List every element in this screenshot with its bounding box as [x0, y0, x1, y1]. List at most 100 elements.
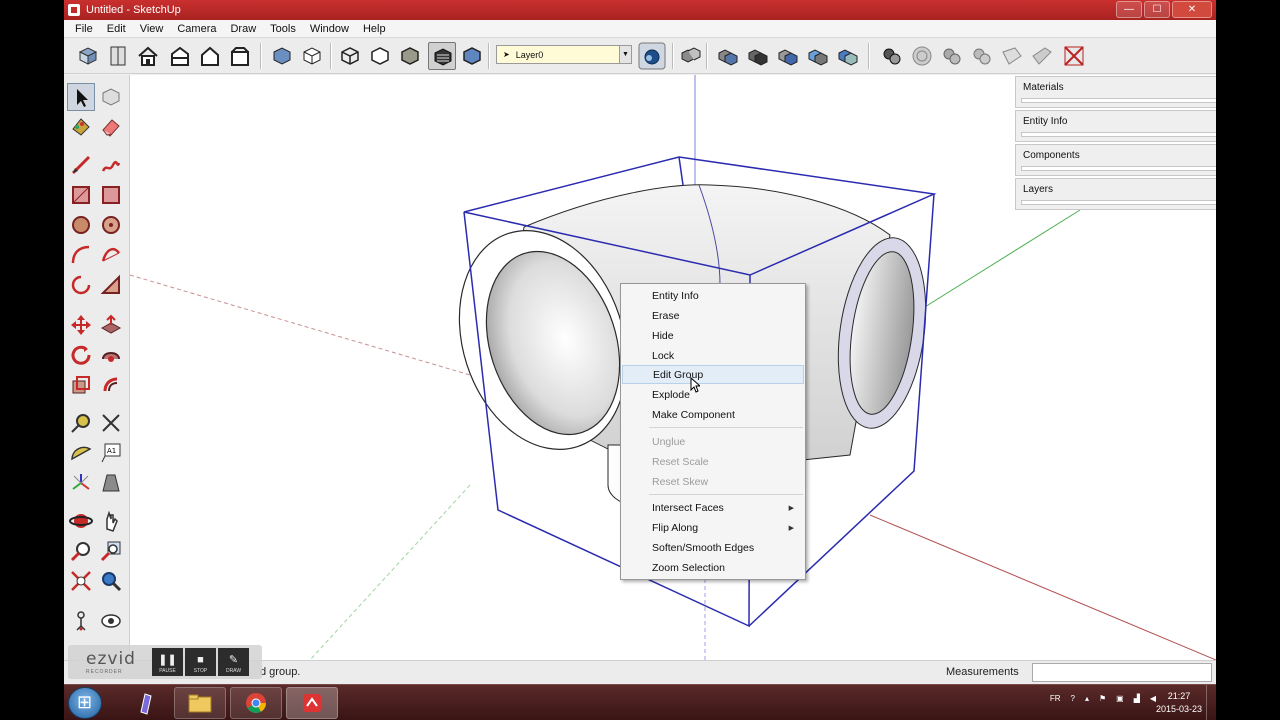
menu-window[interactable]: Window [303, 23, 356, 35]
polygon-tool-icon[interactable] [99, 213, 123, 237]
protractor-icon[interactable] [69, 441, 93, 465]
chevron-down-icon[interactable]: ▼ [619, 46, 631, 63]
hidden-line-icon[interactable] [368, 44, 392, 68]
back-edges-icon[interactable] [300, 44, 324, 68]
taskbar-explorer[interactable] [174, 687, 226, 719]
zoom-extents-icon[interactable] [69, 569, 93, 593]
ezvid-pause-button[interactable]: ❚❚ PAUSE [152, 648, 183, 676]
context-item-hide[interactable]: Hide [622, 326, 804, 345]
context-item-zoom-selection[interactable]: Zoom Selection [622, 558, 804, 577]
tape-measure-icon[interactable] [69, 411, 93, 435]
context-item-erase[interactable]: Erase [622, 306, 804, 325]
menu-file[interactable]: File [68, 23, 100, 35]
position-camera-icon[interactable] [69, 609, 93, 633]
shaded-icon[interactable] [398, 44, 422, 68]
xray-icon[interactable] [270, 44, 294, 68]
start-button[interactable] [68, 687, 102, 719]
context-item-explode[interactable]: Explode [622, 385, 804, 404]
wireframe-icon[interactable] [338, 44, 362, 68]
model-info-icon[interactable] [106, 44, 130, 68]
scale-tool-icon[interactable] [69, 373, 93, 397]
move-tool-icon[interactable] [69, 313, 93, 337]
flag-icon[interactable]: ⚑ [1099, 694, 1106, 703]
menu-edit[interactable]: Edit [100, 23, 133, 35]
menu-help[interactable]: Help [356, 23, 393, 35]
measurements-input[interactable] [1032, 663, 1212, 682]
context-item-entity-info[interactable]: Entity Info [622, 286, 804, 305]
context-item-lock[interactable]: Lock [622, 346, 804, 365]
two-point-arc-icon[interactable] [99, 243, 123, 267]
axes-tool-icon[interactable] [69, 471, 93, 495]
select-tool-active[interactable] [67, 83, 95, 111]
ezvid-draw-button[interactable]: ✎ DRAW [218, 648, 249, 676]
previous-zoom-icon[interactable] [99, 569, 123, 593]
3d-text-icon[interactable] [99, 471, 123, 495]
previous-view-icon[interactable] [678, 44, 702, 68]
taskbar-chrome[interactable] [230, 687, 282, 719]
taskbar-sketchup[interactable] [286, 687, 338, 719]
top-view-icon[interactable] [168, 44, 192, 68]
line-tool-icon[interactable] [69, 153, 93, 177]
zoom-window-icon[interactable] [99, 539, 123, 563]
network-icon[interactable]: ▟ [1134, 694, 1140, 703]
solid-tools-outer-shell-icon[interactable] [746, 44, 770, 68]
context-item-soften-smooth-edges[interactable]: Soften/Smooth Edges [622, 538, 804, 557]
pie-tool-icon[interactable] [99, 273, 123, 297]
context-item-flip-along[interactable]: Flip Along ▶ [622, 518, 804, 537]
look-around-icon[interactable] [99, 609, 123, 633]
rotate-tool-icon[interactable] [69, 343, 93, 367]
follow-me-icon[interactable] [99, 343, 123, 367]
front-view-icon[interactable] [198, 44, 222, 68]
sandbox-add-detail-icon[interactable] [1030, 44, 1054, 68]
tray-components[interactable]: Components 0 [1015, 144, 1216, 176]
tray-chevron-icon[interactable]: ▴ [1085, 694, 1089, 703]
arc-tool-icon[interactable] [69, 243, 93, 267]
menu-view[interactable]: View [133, 23, 171, 35]
input-language[interactable]: FR [1050, 694, 1061, 703]
solid-tools-trim-icon[interactable] [836, 44, 860, 68]
orbit-tool-icon[interactable] [69, 509, 93, 533]
zoom-tool-icon[interactable] [69, 539, 93, 563]
solid-tools-union-icon[interactable] [716, 44, 740, 68]
context-item-edit-group[interactable]: Edit Group [622, 365, 804, 384]
close-button[interactable]: ✕ [1172, 1, 1212, 18]
menu-draw[interactable]: Draw [223, 23, 263, 35]
three-point-arc-icon[interactable] [69, 273, 93, 297]
rectangle-tool-icon[interactable] [69, 183, 93, 207]
rotated-rectangle-icon[interactable] [99, 183, 123, 207]
solid-tools-intersect-icon[interactable] [776, 44, 800, 68]
offset-tool-icon[interactable] [99, 373, 123, 397]
dimension-tool-icon[interactable] [99, 411, 123, 435]
tray-layers[interactable]: Layers 0 [1015, 178, 1216, 210]
push-pull-icon[interactable] [99, 313, 123, 337]
iso-view-icon[interactable] [136, 44, 160, 68]
sketchup-app-icon[interactable] [68, 4, 80, 16]
solid-tools-subtract-icon[interactable] [806, 44, 830, 68]
show-desktop-button[interactable] [1206, 685, 1216, 720]
get-models-icon[interactable] [76, 44, 100, 68]
freehand-tool-icon[interactable] [99, 153, 123, 177]
system-clock[interactable]: 21:27 2015-03-23 [1156, 690, 1202, 716]
minimize-button[interactable]: — [1116, 1, 1142, 18]
tray-materials[interactable]: Materials 0 [1015, 76, 1216, 108]
sandbox-drape-icon[interactable] [1000, 44, 1024, 68]
sandbox-smoove-icon[interactable] [940, 44, 964, 68]
sandbox-scratch-icon[interactable] [910, 44, 934, 68]
layer-manager-icon[interactable] [638, 42, 666, 70]
circle-tool-icon[interactable] [69, 213, 93, 237]
sandbox-contours-icon[interactable] [880, 44, 904, 68]
ezvid-stop-button[interactable]: ■ STOP [185, 648, 216, 676]
make-component-icon[interactable] [99, 85, 123, 109]
context-item-intersect-faces[interactable]: Intersect Faces ▶ [622, 498, 804, 517]
device-icon[interactable]: ▣ [1116, 694, 1124, 703]
pan-tool-icon[interactable] [99, 509, 123, 533]
menu-tools[interactable]: Tools [263, 23, 303, 35]
sandbox-stamp-icon[interactable] [970, 44, 994, 68]
menu-camera[interactable]: Camera [170, 23, 223, 35]
monochrome-icon[interactable] [460, 44, 484, 68]
tray-entity-info[interactable]: Entity Info 0 [1015, 110, 1216, 142]
taskbar-pin-pen[interactable] [120, 687, 172, 719]
back-view-icon[interactable] [228, 44, 252, 68]
text-tool-icon[interactable]: A1 [99, 441, 123, 465]
shaded-textures-active[interactable] [428, 42, 456, 70]
